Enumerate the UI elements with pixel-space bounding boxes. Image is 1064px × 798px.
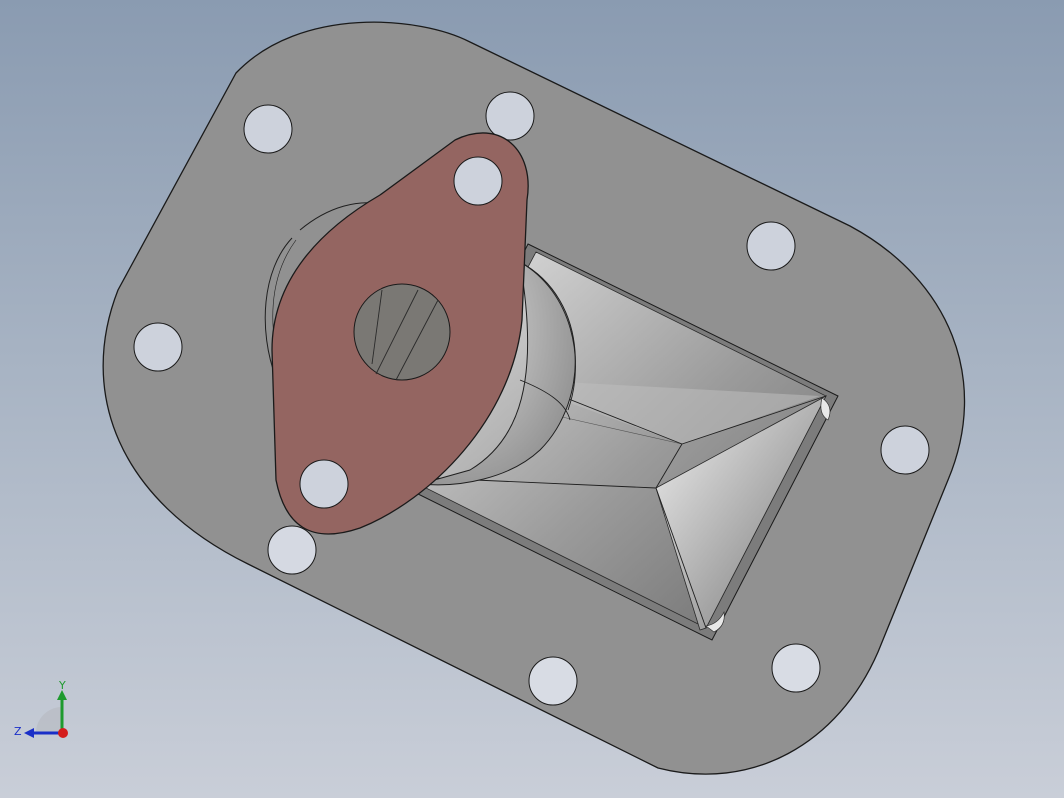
mount-hole (880, 425, 930, 475)
mount-hole (133, 322, 183, 372)
flange-bolt-hole (299, 459, 349, 509)
mount-hole (528, 656, 578, 706)
x-axis-dot (58, 728, 68, 738)
mount-hole (746, 221, 796, 271)
mount-hole (771, 643, 821, 693)
mount-hole (267, 525, 317, 575)
z-axis-arrow (24, 728, 34, 738)
flange-bore (353, 283, 451, 381)
triad-backdrop (36, 707, 62, 733)
y-axis-label: Y (58, 679, 66, 692)
cad-viewport[interactable] (0, 0, 1064, 798)
flange-bolt-hole (453, 156, 503, 206)
mount-hole (485, 91, 535, 141)
orientation-triad: Y Z (14, 679, 68, 738)
mount-hole (243, 104, 293, 154)
z-axis-label: Z (14, 725, 22, 738)
